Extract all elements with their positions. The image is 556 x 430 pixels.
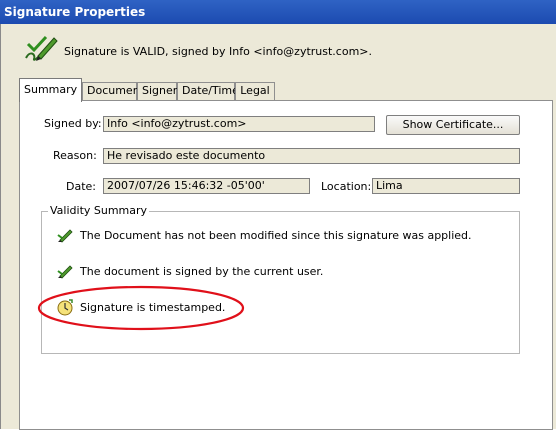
show-certificate-button[interactable]: Show Certificate... <box>386 115 520 135</box>
signed-by-label: Signed by: <box>44 117 102 130</box>
location-label: Location: <box>321 180 372 193</box>
tab-summary[interactable]: Summary <box>19 78 82 102</box>
title-bar[interactable]: Signature Properties <box>0 0 556 24</box>
date-field: 2007/07/26 15:46:32 -05'00' <box>103 178 310 194</box>
signed-by-field: Info <info@zytrust.com> <box>103 116 375 132</box>
validity-item-unmodified: The Document has not been modified since… <box>80 229 472 242</box>
highlight-ellipse <box>37 285 245 331</box>
tab-legal[interactable]: Legal <box>235 82 275 100</box>
tab-date-time[interactable]: Date/Time <box>177 82 239 100</box>
validity-item-current-user: The document is signed by the current us… <box>80 265 324 278</box>
location-field: Lima <box>372 178 520 194</box>
window-title: Signature Properties <box>4 5 146 19</box>
valid-signature-pen-icon <box>57 265 73 279</box>
tab-signer[interactable]: Signer <box>137 82 177 100</box>
valid-signature-icon <box>25 35 58 61</box>
tab-document[interactable]: Document <box>82 82 144 100</box>
reason-field: He revisado este documento <box>103 148 520 164</box>
date-label: Date: <box>66 180 96 193</box>
validity-summary-title: Validity Summary <box>48 204 150 217</box>
signature-status: Signature is VALID, signed by Info <info… <box>64 45 373 58</box>
valid-signature-pen-icon <box>57 229 73 243</box>
reason-label: Reason: <box>53 149 97 162</box>
